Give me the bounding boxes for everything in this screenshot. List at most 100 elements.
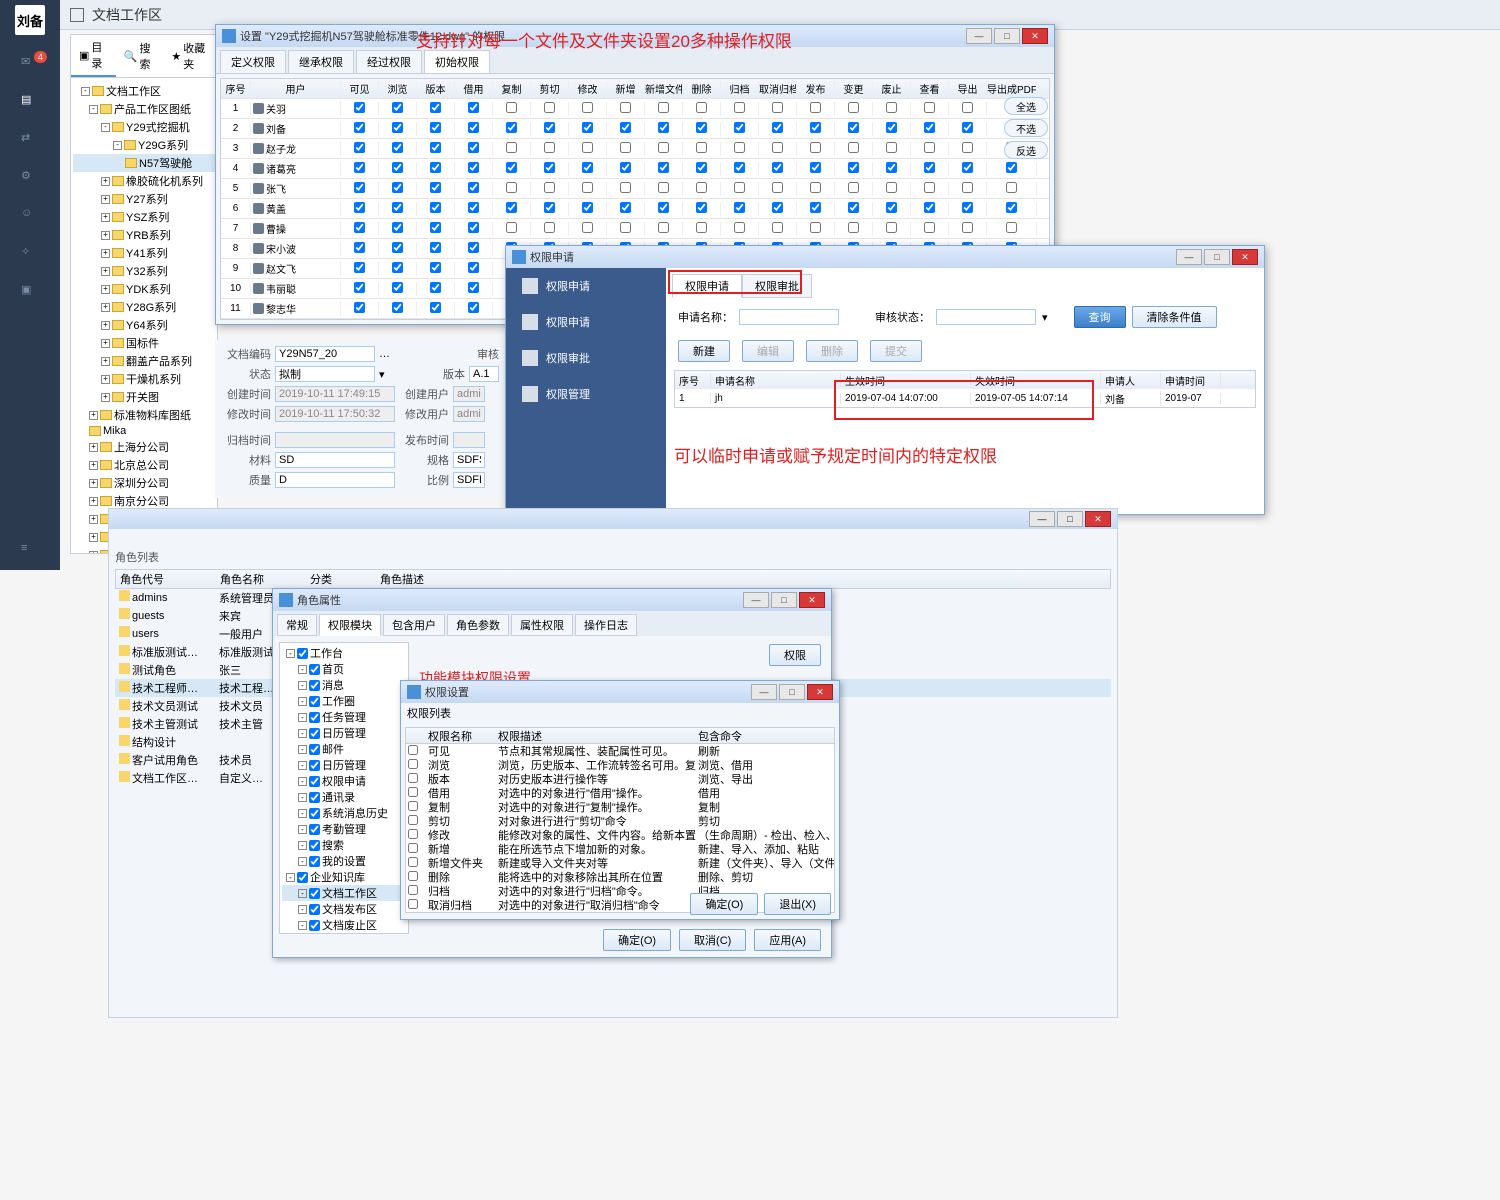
- permission-checkbox[interactable]: [924, 142, 935, 153]
- permission-row[interactable]: 7曹操: [221, 219, 1049, 239]
- roleprop-tab[interactable]: 属性权限: [511, 614, 573, 636]
- permission-checkbox[interactable]: [658, 122, 669, 133]
- module-checkbox[interactable]: [309, 808, 320, 819]
- permission-checkbox[interactable]: [620, 182, 631, 193]
- permission-checkbox[interactable]: [734, 182, 745, 193]
- tree-node[interactable]: +开关图: [73, 388, 215, 406]
- permset-checkbox[interactable]: [408, 815, 418, 825]
- module-checkbox[interactable]: [309, 856, 320, 867]
- permission-checkbox[interactable]: [354, 122, 365, 133]
- permission-checkbox[interactable]: [658, 222, 669, 233]
- tree-node[interactable]: +干燥机系列: [73, 370, 215, 388]
- version-input[interactable]: [469, 366, 499, 382]
- permission-checkbox[interactable]: [734, 122, 745, 133]
- roleprop-tab[interactable]: 操作日志: [575, 614, 637, 636]
- permission-checkbox[interactable]: [392, 182, 403, 193]
- share-icon[interactable]: ✧: [21, 245, 39, 263]
- module-tree-node[interactable]: - 首页: [282, 661, 406, 677]
- permission-checkbox[interactable]: [962, 102, 973, 113]
- permission-checkbox[interactable]: [430, 302, 441, 313]
- permission-checkbox[interactable]: [544, 122, 555, 133]
- permission-checkbox[interactable]: [430, 242, 441, 253]
- permission-checkbox[interactable]: [886, 142, 897, 153]
- table-row[interactable]: 1jh2019-07-04 14:07:002019-07-05 14:07:1…: [675, 389, 1255, 407]
- permission-checkbox[interactable]: [848, 182, 859, 193]
- menu-perm-manage[interactable]: 权限管理: [506, 376, 666, 412]
- permission-checkbox[interactable]: [696, 122, 707, 133]
- tree-node[interactable]: -Y29式挖掘机: [73, 118, 215, 136]
- permission-checkbox[interactable]: [696, 102, 707, 113]
- module-tree-node[interactable]: - 通讯录: [282, 789, 406, 805]
- roleprop-tab[interactable]: 常规: [277, 614, 317, 636]
- permset-row[interactable]: 修改能修改对象的属性、文件内容。给新本置为当前…（生命周期）- 检出、检入、（…: [406, 828, 834, 842]
- permission-checkbox[interactable]: [848, 102, 859, 113]
- module-tree-node[interactable]: - 文档工作区: [282, 885, 406, 901]
- permission-checkbox[interactable]: [354, 162, 365, 173]
- permission-checkbox[interactable]: [354, 282, 365, 293]
- tree-node[interactable]: +上海分公司: [73, 438, 215, 456]
- module-checkbox[interactable]: [309, 840, 320, 851]
- tab-pass[interactable]: 经过权限: [356, 50, 422, 73]
- edit-button[interactable]: 编辑: [742, 340, 794, 362]
- maximize-button[interactable]: □: [1057, 511, 1083, 527]
- documents-icon[interactable]: ▤: [21, 93, 39, 111]
- permission-checkbox[interactable]: [506, 102, 517, 113]
- permission-checkbox[interactable]: [506, 182, 517, 193]
- module-tree-node[interactable]: - 日历管理: [282, 757, 406, 773]
- permission-checkbox[interactable]: [886, 182, 897, 193]
- permset-row[interactable]: 删除能将选中的对象移除出其所在位置删除、剪切: [406, 870, 834, 884]
- permission-checkbox[interactable]: [734, 162, 745, 173]
- new-button[interactable]: 新建: [678, 340, 730, 362]
- tree-node[interactable]: +YSZ系列: [73, 208, 215, 226]
- permset-checkbox[interactable]: [408, 745, 418, 755]
- permission-checkbox[interactable]: [582, 102, 593, 113]
- close-button[interactable]: ✕: [807, 684, 833, 700]
- permission-checkbox[interactable]: [544, 102, 555, 113]
- ratio-input[interactable]: [453, 472, 485, 488]
- users-icon[interactable]: ☺: [21, 207, 39, 225]
- permission-checkbox[interactable]: [392, 262, 403, 273]
- module-checkbox[interactable]: [309, 744, 320, 755]
- close-button[interactable]: ✕: [799, 592, 825, 608]
- tree-node[interactable]: +翻盖产品系列: [73, 352, 215, 370]
- permission-checkbox[interactable]: [430, 102, 441, 113]
- module-tree-node[interactable]: - 日历管理: [282, 725, 406, 741]
- module-tree-node[interactable]: - 工作台: [282, 645, 406, 661]
- tree-node[interactable]: +橡胶硫化机系列: [73, 172, 215, 190]
- avatar[interactable]: 刘备: [15, 5, 45, 35]
- permission-checkbox[interactable]: [620, 142, 631, 153]
- permission-button[interactable]: 权限: [769, 644, 821, 666]
- invert-select-button[interactable]: 反选: [1004, 141, 1048, 159]
- permission-checkbox[interactable]: [468, 222, 479, 233]
- permission-checkbox[interactable]: [430, 282, 441, 293]
- clear-button[interactable]: 清除条件值: [1132, 306, 1217, 328]
- permission-checkbox[interactable]: [430, 122, 441, 133]
- permset-checkbox[interactable]: [408, 829, 418, 839]
- minimize-button[interactable]: —: [1029, 511, 1055, 527]
- permission-checkbox[interactable]: [544, 162, 555, 173]
- permission-checkbox[interactable]: [1006, 222, 1017, 233]
- permission-checkbox[interactable]: [962, 222, 973, 233]
- tab-define[interactable]: 定义权限: [220, 50, 286, 73]
- cancel-button[interactable]: 取消(C): [679, 929, 746, 951]
- permission-checkbox[interactable]: [962, 122, 973, 133]
- permission-checkbox[interactable]: [506, 202, 517, 213]
- permission-checkbox[interactable]: [924, 122, 935, 133]
- permission-checkbox[interactable]: [658, 102, 669, 113]
- permission-checkbox[interactable]: [430, 182, 441, 193]
- ok-button[interactable]: 确定(O): [690, 893, 758, 915]
- permission-checkbox[interactable]: [468, 262, 479, 273]
- permission-checkbox[interactable]: [658, 162, 669, 173]
- tree-node[interactable]: +北京总公司: [73, 456, 215, 474]
- tree-node[interactable]: -产品工作区图纸: [73, 100, 215, 118]
- permission-checkbox[interactable]: [430, 222, 441, 233]
- permset-row[interactable]: 新增能在所选节点下增加新的对象。新建、导入、添加、粘贴: [406, 842, 834, 856]
- module-checkbox[interactable]: [309, 904, 320, 915]
- permission-checkbox[interactable]: [354, 102, 365, 113]
- permission-row[interactable]: 5张飞: [221, 179, 1049, 199]
- tree-node[interactable]: Mika: [73, 424, 215, 438]
- permission-checkbox[interactable]: [544, 202, 555, 213]
- permission-checkbox[interactable]: [468, 122, 479, 133]
- permission-row[interactable]: 3赵子龙: [221, 139, 1049, 159]
- permission-checkbox[interactable]: [734, 222, 745, 233]
